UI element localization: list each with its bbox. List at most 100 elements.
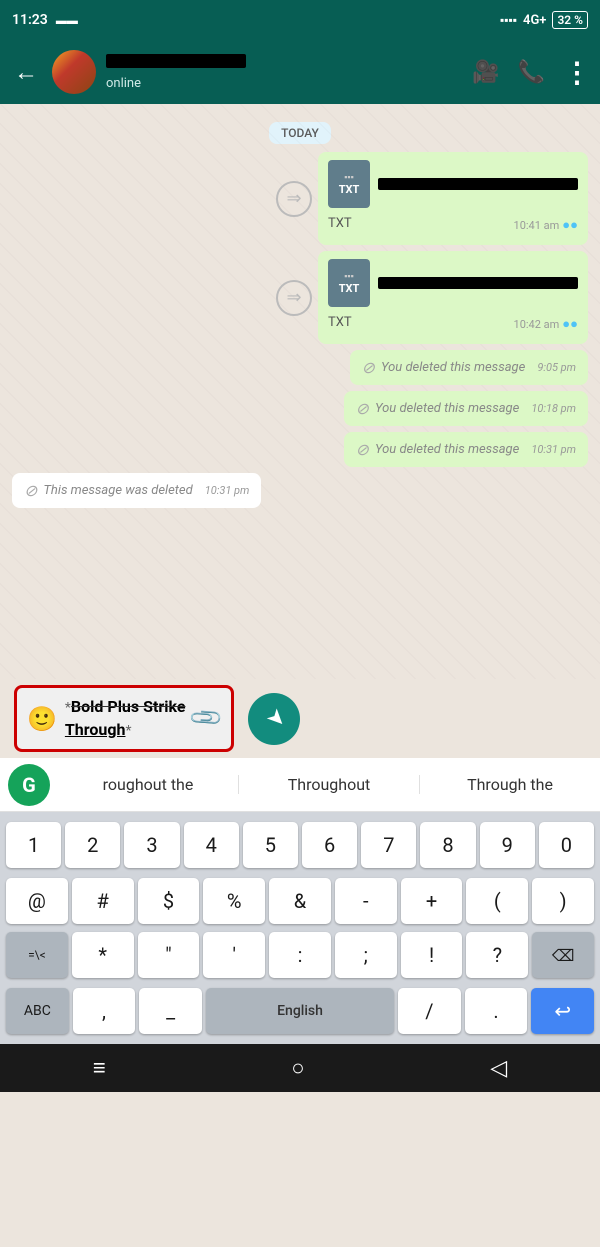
deleted-icon: ⊘ [356, 440, 369, 459]
message-row: ⊘ This message was deleted 10:31 pm [12, 473, 588, 508]
contact-status: online [106, 76, 141, 91]
autocomplete-item-3[interactable]: Through the [420, 775, 600, 794]
message-time: 10:42 am [514, 318, 560, 331]
key-close-paren[interactable]: ) [532, 878, 594, 924]
contact-name [106, 54, 246, 68]
more-options-button[interactable]: ⋮ [563, 56, 590, 89]
key-special[interactable]: =\< [6, 932, 68, 978]
video-call-button[interactable]: 🎥 [472, 60, 499, 85]
signal-icon: ▬▬ [56, 14, 78, 27]
file-name-redacted [378, 178, 578, 190]
key-comma[interactable]: , [73, 988, 136, 1034]
send-button[interactable]: ➤ [248, 693, 300, 745]
chat-area: TODAY ⇒ ▪▪▪ TXT TXT 10:41 am ●● ⇒ [0, 104, 600, 679]
key-8[interactable]: 8 [420, 822, 475, 868]
forward-icon[interactable]: ⇒ [276, 181, 312, 217]
message-input[interactable]: *Bold Plus Strike Through* [65, 696, 186, 741]
key-ampersand[interactable]: & [269, 878, 331, 924]
file-label: TXT [328, 315, 352, 330]
key-slash[interactable]: / [398, 988, 461, 1034]
key-at[interactable]: @ [6, 878, 68, 924]
key-5[interactable]: 5 [243, 822, 298, 868]
status-bar: 11:23 ▬▬ ▪▪▪▪ 4G+ 32 % [0, 0, 600, 40]
file-name-redacted [378, 277, 578, 289]
message-time: 9:05 pm [537, 361, 576, 374]
deleted-message: ⊘ You deleted this message 9:05 pm [350, 350, 588, 385]
key-space[interactable]: English [206, 988, 394, 1034]
message-input-area[interactable]: 🙂 *Bold Plus Strike Through* 📎 [14, 685, 234, 752]
voice-call-button[interactable]: 📞 [518, 60, 545, 85]
key-7[interactable]: 7 [361, 822, 416, 868]
key-underscore[interactable]: _ [139, 988, 202, 1034]
key-dollar[interactable]: $ [138, 878, 200, 924]
key-question[interactable]: ? [466, 932, 528, 978]
emoji-button[interactable]: 🙂 [27, 705, 57, 733]
time-display: 11:23 [12, 12, 48, 28]
send-icon: ➤ [261, 703, 292, 734]
forward-icon[interactable]: ⇒ [276, 280, 312, 316]
deleted-icon: ⊘ [356, 399, 369, 418]
deleted-message: ⊘ You deleted this message 10:31 pm [344, 432, 588, 467]
key-asterisk[interactable]: * [72, 932, 134, 978]
autocomplete-item-1[interactable]: roughout the [58, 775, 239, 794]
deleted-icon: ⊘ [362, 358, 375, 377]
key-backspace[interactable]: ⌫ [532, 932, 594, 978]
autocomplete-item-2[interactable]: Throughout [239, 775, 420, 794]
message-row: ⇒ ▪▪▪ TXT TXT 10:42 am ●● [12, 251, 588, 344]
input-row: 🙂 *Bold Plus Strike Through* 📎 ➤ [0, 679, 600, 758]
key-9[interactable]: 9 [480, 822, 535, 868]
nav-menu-button[interactable]: ≡ [93, 1055, 106, 1081]
file-type-icon: ▪▪▪ TXT [328, 160, 370, 208]
key-quote-single[interactable]: ' [203, 932, 265, 978]
key-quote-double[interactable]: " [138, 932, 200, 978]
attach-button[interactable]: 📎 [189, 700, 226, 737]
key-enter[interactable]: ↩ [531, 988, 594, 1034]
key-colon[interactable]: : [269, 932, 331, 978]
key-plus[interactable]: + [401, 878, 463, 924]
file-message-2[interactable]: ▪▪▪ TXT TXT 10:42 am ●● [318, 251, 588, 344]
key-percent[interactable]: % [203, 878, 265, 924]
key-3[interactable]: 3 [124, 822, 179, 868]
key-abc[interactable]: ABC [6, 988, 69, 1034]
contact-avatar[interactable] [52, 50, 96, 94]
autocomplete-text-2: Throughout [288, 775, 371, 794]
back-button[interactable]: ← [10, 54, 42, 91]
contact-info[interactable]: online [106, 54, 462, 91]
navigation-bar: ≡ ○ ◁ [0, 1044, 600, 1092]
keyboard-bottom-row: ABC , _ English / . ↩ [0, 982, 600, 1044]
keyboard-numbers-row: 1 2 3 4 5 6 7 8 9 0 [0, 812, 600, 874]
autocomplete-text-3: Through the [467, 775, 553, 794]
message-row: ⊘ You deleted this message 10:18 pm [12, 391, 588, 426]
status-right: ▪▪▪▪ 4G+ 32 % [500, 11, 588, 29]
key-2[interactable]: 2 [65, 822, 120, 868]
key-period[interactable]: . [465, 988, 528, 1034]
deleted-text: You deleted this message [375, 442, 519, 457]
nav-back-button[interactable]: ◁ [490, 1056, 507, 1081]
bold-underline-text: Through [65, 720, 126, 739]
chat-header: ← online 🎥 📞 ⋮ [0, 40, 600, 104]
message-row: ⊘ You deleted this message 9:05 pm [12, 350, 588, 385]
deleted-icon: ⊘ [24, 481, 37, 500]
key-1[interactable]: 1 [6, 822, 61, 868]
key-exclaim[interactable]: ! [401, 932, 463, 978]
message-time: 10:31 pm [205, 484, 250, 497]
key-0[interactable]: 0 [539, 822, 594, 868]
key-minus[interactable]: - [335, 878, 397, 924]
nav-home-button[interactable]: ○ [291, 1055, 304, 1081]
key-6[interactable]: 6 [302, 822, 357, 868]
key-semicolon[interactable]: ; [335, 932, 397, 978]
deleted-received-message: ⊘ This message was deleted 10:31 pm [12, 473, 261, 508]
deleted-text: You deleted this message [375, 401, 519, 416]
grammarly-letter: G [22, 773, 36, 797]
file-message-1[interactable]: ▪▪▪ TXT TXT 10:41 am ●● [318, 152, 588, 245]
read-ticks: ●● [562, 316, 578, 332]
file-label: TXT [328, 216, 352, 231]
battery-level: 32 % [557, 13, 583, 27]
key-open-paren[interactable]: ( [466, 878, 528, 924]
keyboard[interactable]: 1 2 3 4 5 6 7 8 9 0 @ # $ % & - + ( ) =\… [0, 812, 600, 1044]
key-hash[interactable]: # [72, 878, 134, 924]
bold-strike-text: Bold Plus Strike [71, 697, 186, 716]
keyboard-symbols-row-1: @ # $ % & - + ( ) [0, 874, 600, 928]
deleted-text: You deleted this message [381, 360, 525, 375]
key-4[interactable]: 4 [184, 822, 239, 868]
